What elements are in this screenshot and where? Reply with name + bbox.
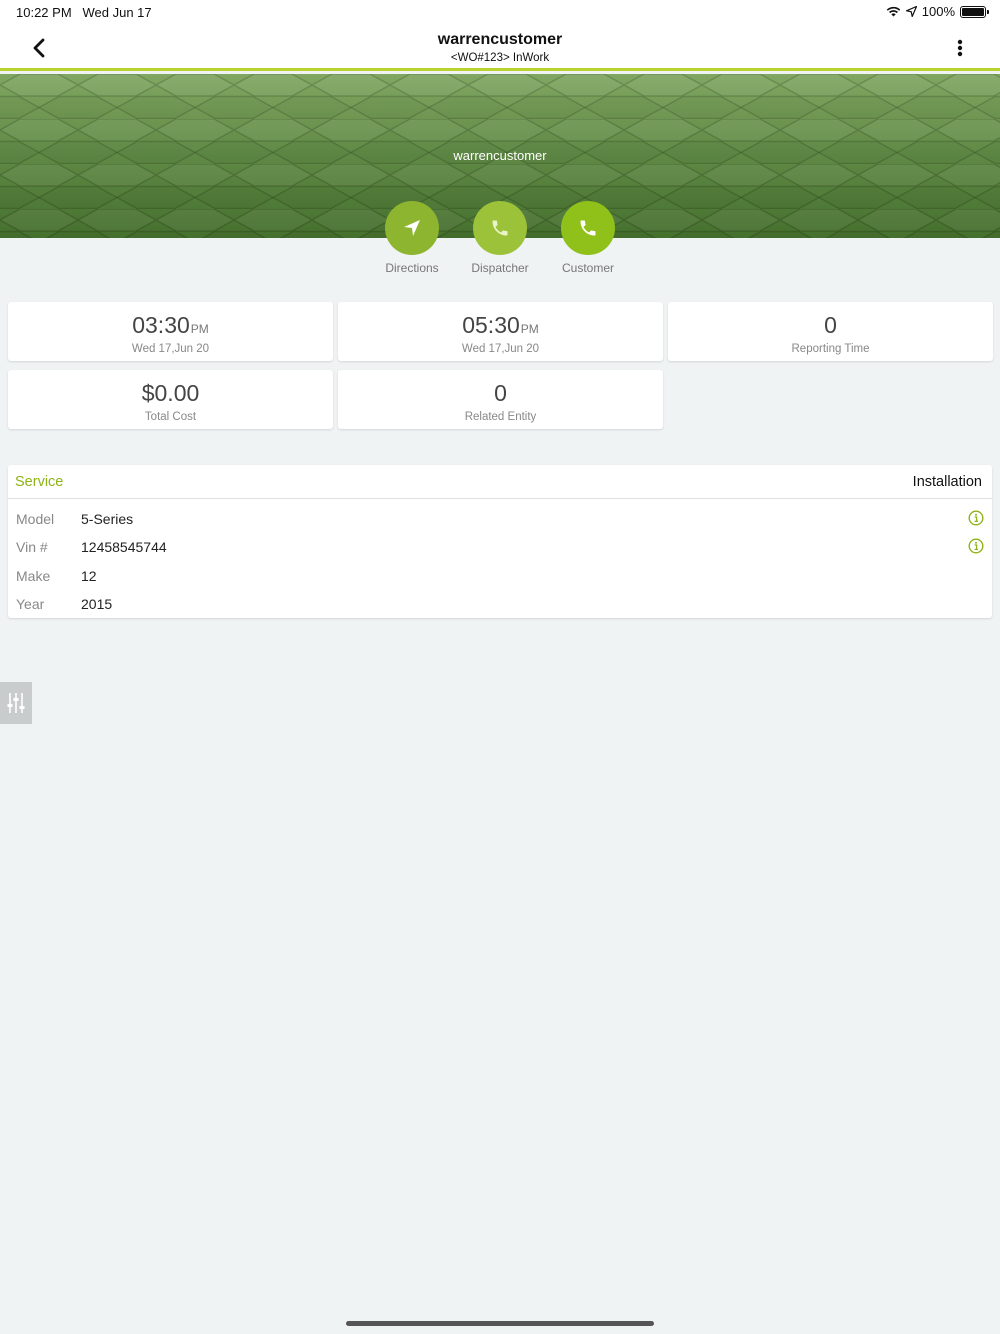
wifi-icon <box>886 6 901 17</box>
status-time: 10:22 PM Wed Jun 17 <box>16 5 152 20</box>
page-title: warrencustomer <box>437 31 563 48</box>
total-cost-card[interactable]: $0.00 Total Cost <box>8 370 333 429</box>
end-time: 05:30 <box>462 312 520 338</box>
start-time-card[interactable]: 03:30PM Wed 17,Jun 20 <box>8 302 333 361</box>
service-type: Installation <box>912 474 982 490</box>
battery-icon <box>960 5 989 18</box>
end-time-value: 05:30PM <box>338 312 663 339</box>
detail-row-year: Year 2015 <box>8 586 992 614</box>
navigation-arrow-icon <box>404 220 420 236</box>
directions-action[interactable]: Directions <box>362 201 462 275</box>
customer-name: warrencustomer <box>453 148 547 163</box>
customer-label: Customer <box>561 261 614 275</box>
nav-bar: warrencustomer <WO#123> InWork <box>0 24 1000 71</box>
year-value: 2015 <box>81 595 113 612</box>
model-label: Model <box>16 511 55 527</box>
vin-value: 12458545744 <box>81 539 167 556</box>
vin-label: Vin # <box>16 539 48 556</box>
customer-call-button[interactable] <box>561 201 615 255</box>
start-time-value: 03:30PM <box>8 312 333 339</box>
total-cost-label: Total Cost <box>144 411 197 423</box>
directions-button[interactable] <box>385 201 439 255</box>
detail-row-make: Make 12 <box>8 558 992 586</box>
make-label: Make <box>16 567 51 584</box>
directions-label: Directions <box>385 261 439 275</box>
work-order-subtitle: <WO#123> InWork <box>450 52 550 64</box>
model-value: 5-Series <box>81 511 134 527</box>
home-indicator[interactable] <box>346 1321 654 1326</box>
reporting-time-label: Reporting Time <box>791 343 870 355</box>
dispatcher-call-button[interactable] <box>473 201 527 255</box>
reporting-time-value: 0 <box>824 312 837 338</box>
year-label: Year <box>16 595 45 612</box>
clock-time: 10:22 PM <box>16 5 72 20</box>
make-value: 12 <box>81 567 97 584</box>
service-header: Service Installation <box>8 465 992 499</box>
phone-icon <box>580 220 596 236</box>
clock-date: Wed Jun 17 <box>82 5 152 20</box>
more-options-button[interactable] <box>950 38 970 58</box>
status-bar: 10:22 PM Wed Jun 17 100% <box>0 0 1000 24</box>
location-arrow-icon <box>905 6 917 17</box>
info-icon[interactable] <box>968 538 984 554</box>
detail-row-vin: Vin # 12458545744 <box>8 529 992 557</box>
battery-percent: 100% <box>921 4 955 19</box>
status-indicators: 100% <box>886 4 989 19</box>
service-panel: Service Installation Model 5-Series Vin … <box>8 465 992 618</box>
dispatcher-action[interactable]: Dispatcher <box>450 201 550 275</box>
start-date: Wed 17,Jun 20 <box>131 343 210 355</box>
related-entity-value: 0 <box>494 380 507 406</box>
related-entity-card[interactable]: 0 Related Entity <box>338 370 663 429</box>
end-ampm: PM <box>520 322 539 336</box>
start-ampm: PM <box>190 322 209 336</box>
info-icon[interactable] <box>968 510 984 526</box>
sliders-icon <box>7 693 25 713</box>
dispatcher-label: Dispatcher <box>471 261 529 275</box>
related-entity-label: Related Entity <box>464 411 537 423</box>
filter-tab-button[interactable] <box>0 682 32 724</box>
detail-row-model: Model 5-Series <box>8 501 992 529</box>
customer-action[interactable]: Customer <box>538 201 638 275</box>
total-cost-value: $0.00 <box>141 380 200 406</box>
end-date: Wed 17,Jun 20 <box>461 343 540 355</box>
phone-icon <box>492 220 508 236</box>
end-time-card[interactable]: 05:30PM Wed 17,Jun 20 <box>338 302 663 361</box>
service-title: Service <box>15 474 64 490</box>
reporting-time-card[interactable]: 0 Reporting Time <box>668 302 993 361</box>
start-time: 03:30 <box>132 312 190 338</box>
